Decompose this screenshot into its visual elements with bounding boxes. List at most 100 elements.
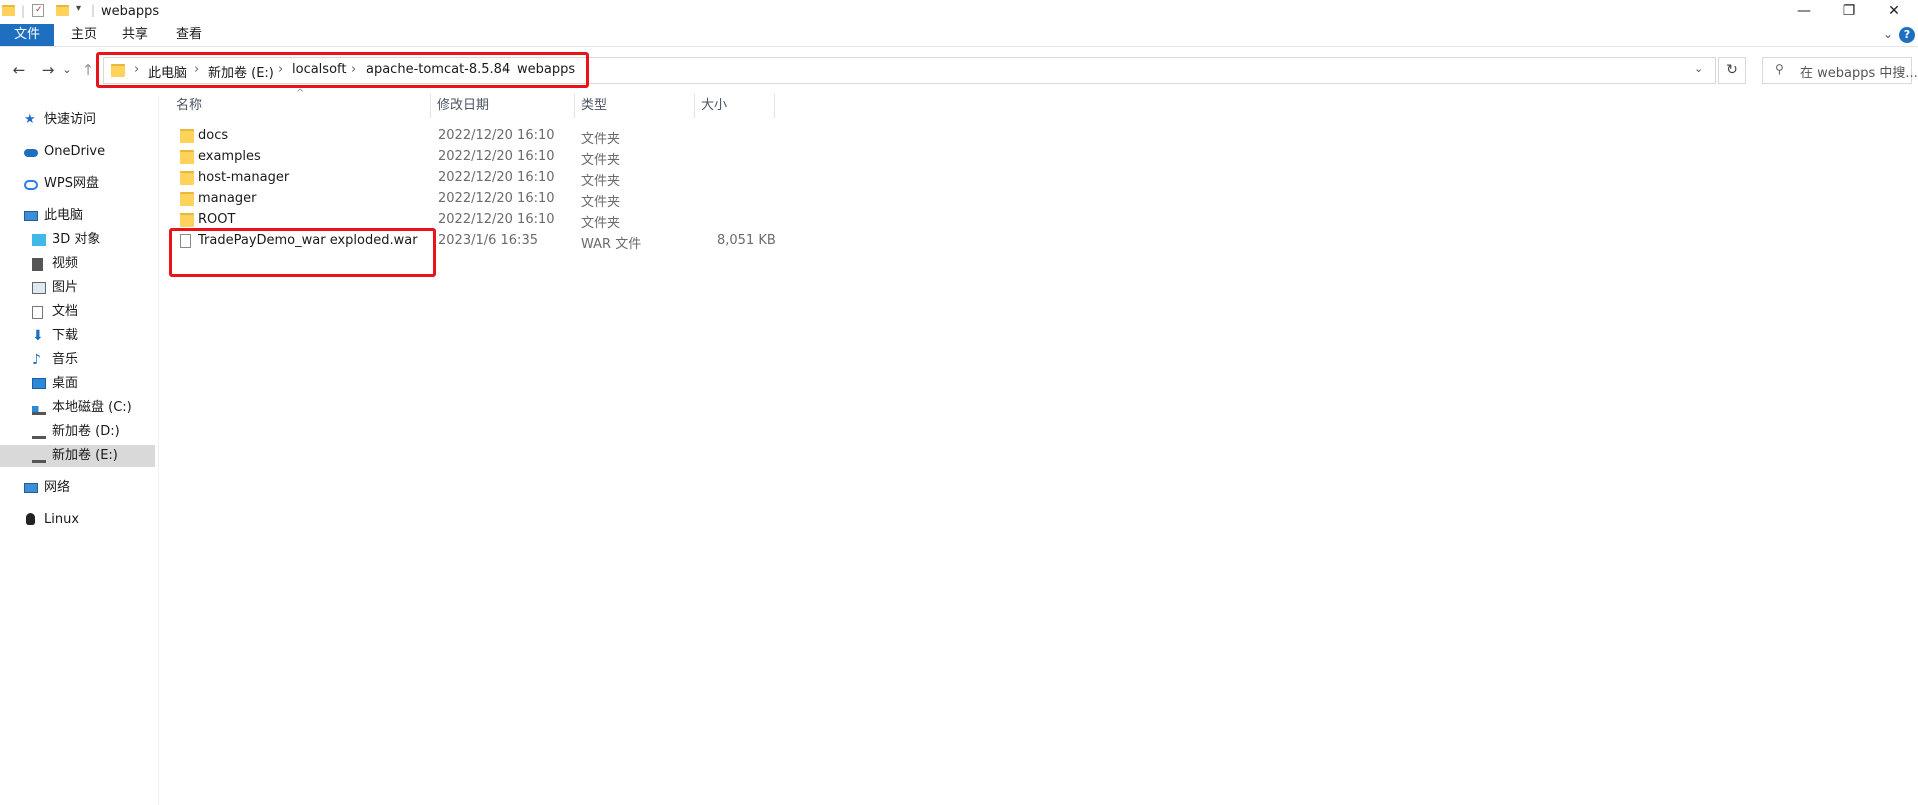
toolbar-separator: | xyxy=(21,4,26,18)
up-button[interactable]: ↑ xyxy=(80,60,96,80)
sidebar-item-label: OneDrive xyxy=(44,144,106,159)
sidebar-item-videos[interactable]: 视频 xyxy=(0,253,155,275)
recent-locations-button[interactable]: ⌄ xyxy=(60,60,74,80)
new-folder-icon[interactable] xyxy=(56,5,69,16)
close-button[interactable]: ✕ xyxy=(1871,0,1917,22)
sort-ascending-icon: ^ xyxy=(296,88,305,99)
folder-icon xyxy=(180,150,194,164)
file-type: 文件夹 xyxy=(581,153,621,168)
file-modified: 2022/12/20 16:10 xyxy=(438,128,555,143)
sidebar-item-label: 3D 对象 xyxy=(52,232,101,247)
sidebar-item-label: 下载 xyxy=(52,328,79,343)
sidebar-item-label: 音乐 xyxy=(52,352,79,367)
network-icon xyxy=(24,483,38,493)
sidebar-item-music[interactable]: ♪ 音乐 xyxy=(0,349,155,371)
linux-icon xyxy=(26,513,35,525)
maximize-button[interactable]: ❐ xyxy=(1826,0,1872,22)
column-header-type[interactable]: 类型 xyxy=(581,96,607,116)
tab-share[interactable]: 共享 xyxy=(108,24,162,46)
sidebar-item-onedrive[interactable]: OneDrive xyxy=(0,141,155,163)
sidebar-item-label: 视频 xyxy=(52,256,79,271)
sidebar-item-label: 文档 xyxy=(52,304,79,319)
customize-toolbar-icon[interactable]: ▾ xyxy=(76,3,81,14)
computer-icon xyxy=(24,211,38,221)
file-row-war[interactable]: TradePayDemo_war exploded.war 2023/1/6 1… xyxy=(176,230,776,252)
address-dropdown-icon[interactable]: ⌄ xyxy=(1694,62,1703,75)
file-row-examples[interactable]: examples 2022/12/20 16:10 文件夹 xyxy=(176,146,776,168)
sidebar-item-wps-cloud[interactable]: WPS网盘 xyxy=(0,173,155,195)
star-icon: ★ xyxy=(24,112,36,127)
cloud-icon xyxy=(24,149,38,157)
sidebar-item-label: 新加卷 (E:) xyxy=(52,448,118,463)
sidebar-item-documents[interactable]: 文档 xyxy=(0,301,155,323)
file-type: 文件夹 xyxy=(581,174,621,189)
column-divider[interactable] xyxy=(430,94,431,118)
cube-icon xyxy=(32,234,46,246)
sidebar-item-this-pc[interactable]: 此电脑 xyxy=(0,205,155,227)
file-row-host-manager[interactable]: host-manager 2022/12/20 16:10 文件夹 xyxy=(176,167,776,189)
back-button[interactable]: ← xyxy=(7,60,31,80)
file-row-root[interactable]: ROOT 2022/12/20 16:10 文件夹 xyxy=(176,209,776,231)
file-name: manager xyxy=(198,191,257,206)
file-name: examples xyxy=(198,149,261,164)
file-modified: 2023/1/6 16:35 xyxy=(438,233,538,248)
file-type: 文件夹 xyxy=(581,132,621,147)
music-icon: ♪ xyxy=(32,352,41,368)
sidebar-item-3d-objects[interactable]: 3D 对象 xyxy=(0,229,155,251)
properties-icon[interactable]: ✓ xyxy=(32,4,44,17)
navigation-pane: ★ 快速访问 OneDrive WPS网盘 此电脑 3D 对象 视频 图片 文档… xyxy=(0,96,159,805)
search-placeholder: 在 webapps 中搜... xyxy=(1800,66,1918,81)
expand-ribbon-icon[interactable]: ⌄ xyxy=(1883,27,1893,41)
window-title: webapps xyxy=(101,4,160,19)
tab-home[interactable]: 主页 xyxy=(57,24,111,46)
minimize-button[interactable]: — xyxy=(1781,0,1827,22)
file-name: ROOT xyxy=(198,212,236,227)
sidebar-item-label: WPS网盘 xyxy=(44,176,99,191)
file-name: docs xyxy=(198,128,229,143)
sidebar-item-pictures[interactable]: 图片 xyxy=(0,277,155,299)
sidebar-item-label: 网络 xyxy=(44,480,71,495)
documents-icon xyxy=(32,306,43,319)
sidebar-item-label: 图片 xyxy=(52,280,79,295)
column-header-name[interactable]: 名称 xyxy=(176,96,202,116)
address-highlight-box xyxy=(96,52,589,88)
column-divider[interactable] xyxy=(774,94,775,118)
sidebar-item-linux[interactable]: Linux xyxy=(0,509,155,531)
tab-file[interactable]: 文件 xyxy=(0,24,55,46)
sidebar-item-downloads[interactable]: ⬇ 下载 xyxy=(0,325,155,347)
file-modified: 2022/12/20 16:10 xyxy=(438,212,555,227)
folder-icon xyxy=(180,129,194,143)
system-drive-icon xyxy=(32,406,46,415)
folder-icon xyxy=(2,5,15,16)
forward-button[interactable]: → xyxy=(36,60,60,80)
refresh-button[interactable]: ↻ xyxy=(1718,57,1746,84)
file-size: 8,051 KB xyxy=(717,233,776,248)
toolbar-separator: | xyxy=(91,3,96,17)
drive-icon xyxy=(32,431,46,439)
file-type: 文件夹 xyxy=(581,195,621,210)
column-header-modified[interactable]: 修改日期 xyxy=(437,96,489,116)
sidebar-item-label: 快速访问 xyxy=(44,112,97,127)
desktop-icon xyxy=(32,378,46,389)
folder-icon xyxy=(180,171,194,185)
file-row-manager[interactable]: manager 2022/12/20 16:10 文件夹 xyxy=(176,188,776,210)
sidebar-item-drive-c[interactable]: 本地磁盘 (C:) xyxy=(0,397,155,419)
file-type: 文件夹 xyxy=(581,216,621,231)
column-header-size[interactable]: 大小 xyxy=(701,96,727,116)
sidebar-item-quick-access[interactable]: ★ 快速访问 xyxy=(0,109,155,131)
sidebar-item-network[interactable]: 网络 xyxy=(0,477,155,499)
file-modified: 2022/12/20 16:10 xyxy=(438,149,555,164)
pictures-icon xyxy=(32,282,46,294)
file-row-docs[interactable]: docs 2022/12/20 16:10 文件夹 xyxy=(176,125,776,147)
wps-cloud-icon xyxy=(24,180,38,190)
file-modified: 2022/12/20 16:10 xyxy=(438,191,555,206)
sidebar-item-drive-d[interactable]: 新加卷 (D:) xyxy=(0,421,155,443)
column-divider[interactable] xyxy=(694,94,695,118)
sidebar-item-label: 本地磁盘 (C:) xyxy=(52,400,132,415)
help-icon[interactable]: ? xyxy=(1899,27,1915,43)
sidebar-item-desktop[interactable]: 桌面 xyxy=(0,373,155,395)
sidebar-item-drive-e[interactable]: 新加卷 (E:) xyxy=(0,445,155,467)
folder-icon xyxy=(180,192,194,206)
tab-view[interactable]: 查看 xyxy=(162,24,216,46)
column-divider[interactable] xyxy=(574,94,575,118)
